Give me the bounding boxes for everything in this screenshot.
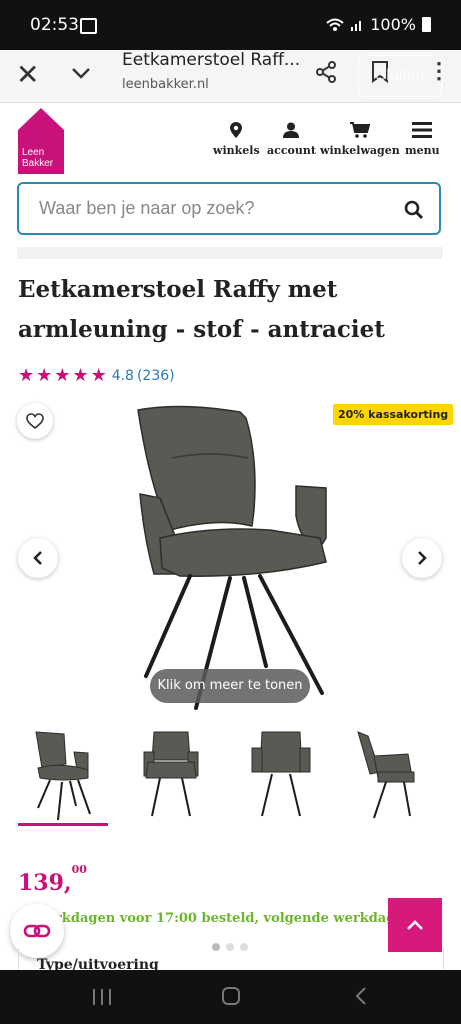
back-icon[interactable]	[354, 986, 368, 1006]
product-price: 139,00	[18, 863, 87, 896]
thumbnail-strip	[18, 726, 443, 826]
product-title: Eetkamerstoel Raffy met armleuning - sto…	[18, 276, 385, 343]
nav-menu-label: menu	[405, 144, 440, 157]
nav-winkelwagen-label: winkelwagen	[320, 144, 400, 157]
star-icon: ★	[90, 365, 107, 385]
star-icon: ★	[36, 365, 53, 385]
logo-line2: Bakker	[22, 158, 54, 169]
page-url[interactable]: leenbakker.nl	[122, 77, 209, 92]
review-count[interactable]: (236)	[137, 368, 175, 384]
user-icon	[283, 122, 300, 138]
price-cents: 00	[71, 862, 87, 876]
thumbnail-1[interactable]	[18, 726, 108, 824]
thumbnail-2[interactable]	[126, 726, 216, 824]
logo-line1: Leen	[22, 147, 44, 158]
chevron-right-icon	[418, 551, 427, 565]
signal-icon	[351, 20, 362, 31]
chevron-left-icon	[33, 551, 42, 565]
search-box	[17, 182, 441, 235]
battery-icon	[422, 17, 431, 32]
image-prev-button[interactable]	[18, 538, 58, 578]
status-right: 100%	[326, 15, 431, 34]
heart-icon	[26, 413, 44, 429]
nav-winkels-label: winkels	[213, 144, 260, 157]
browser-toolbar: ✕ Eetkamerstoel Raff... leenbakker.nl Sl…	[0, 50, 461, 103]
share-icon[interactable]	[314, 60, 338, 84]
section-divider	[17, 247, 443, 259]
search-icon[interactable]	[404, 200, 424, 220]
battery-percentage: 100%	[370, 15, 416, 34]
product-rating[interactable]: ★ ★ ★ ★ ★ 4.8 (236)	[18, 365, 175, 386]
chevron-down-icon[interactable]	[70, 62, 92, 84]
image-tooltip: Klik om meer te tonen	[150, 669, 310, 703]
price-main: 139,	[18, 870, 72, 896]
rating-value: 4.8	[111, 367, 134, 384]
home-icon[interactable]	[221, 986, 241, 1006]
favorite-button[interactable]	[17, 403, 53, 439]
image-next-button[interactable]	[402, 538, 442, 578]
cart-icon	[349, 122, 370, 138]
nav-winkels[interactable]: winkels	[213, 122, 260, 157]
active-thumbnail-indicator	[18, 823, 108, 826]
search-input[interactable]	[37, 197, 401, 220]
chevron-up-icon	[407, 920, 423, 930]
delivery-info: rkdagen voor 17:00 besteld, volgende wer…	[55, 911, 405, 926]
nav-account[interactable]: account	[267, 122, 316, 157]
android-nav-bar	[0, 970, 461, 1024]
gallery-notification-icon	[80, 18, 97, 34]
location-pin-icon	[230, 122, 243, 138]
nav-winkelwagen[interactable]: winkelwagen	[320, 122, 400, 157]
discount-badge: 20% kassakorting	[333, 404, 454, 425]
star-icon: ★	[18, 365, 35, 385]
leen-bakker-logo[interactable]: Leen Bakker	[18, 108, 64, 174]
thumbnail-4[interactable]	[344, 726, 434, 824]
hamburger-menu-icon	[412, 122, 433, 138]
status-bar: 02:53 100%	[0, 0, 461, 50]
close-tab-button[interactable]: ✕	[16, 58, 39, 91]
thumbnail-3[interactable]	[236, 726, 326, 824]
scroll-to-top-button[interactable]	[388, 898, 442, 952]
nav-account-label: account	[267, 144, 316, 157]
star-icon: ★	[54, 365, 71, 385]
recent-apps-icon[interactable]	[92, 988, 112, 1006]
product-main-image[interactable]	[120, 398, 340, 713]
star-icon: ★	[72, 365, 89, 385]
link-icon	[23, 924, 51, 938]
more-options-icon[interactable]: ⋮	[428, 58, 450, 84]
page-title: Eetkamerstoel Raff...	[122, 50, 301, 70]
status-time: 02:53	[30, 15, 79, 35]
nav-menu[interactable]: menu	[405, 122, 440, 157]
wifi-icon	[326, 18, 344, 31]
